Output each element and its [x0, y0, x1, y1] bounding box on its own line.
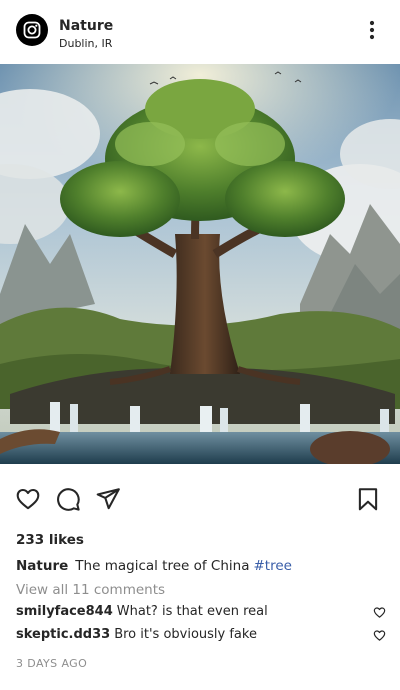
caption-username[interactable]: Nature: [16, 558, 68, 574]
comment-row: skeptic.dd33 Bro it's obviously fake: [16, 626, 386, 644]
bookmark-icon[interactable]: [355, 486, 383, 514]
post-caption: Nature The magical tree of China #tree: [16, 557, 292, 575]
comment-username[interactable]: smilyface844: [16, 604, 113, 619]
heart-icon[interactable]: [15, 486, 43, 514]
small-heart-icon[interactable]: [373, 629, 386, 642]
likes-count[interactable]: 233 likes: [16, 531, 84, 549]
post-timestamp: 3 DAYS AGO: [16, 657, 88, 670]
comment-text: Bro it's obviously fake: [114, 627, 257, 642]
comment-text: What? is that even real: [116, 604, 268, 619]
small-heart-icon[interactable]: [373, 606, 386, 619]
paper-plane-icon[interactable]: [95, 486, 123, 514]
post-image[interactable]: [0, 64, 400, 464]
comment-username[interactable]: skeptic.dd33: [16, 627, 110, 642]
comment-row: smilyface844 What? is that even real: [16, 603, 386, 621]
comment-bubble-icon[interactable]: [55, 486, 83, 514]
caption-hashtag[interactable]: #tree: [254, 558, 292, 574]
post-username[interactable]: Nature: [59, 18, 113, 35]
caption-text: The magical tree of China: [75, 558, 250, 574]
instagram-logo-icon[interactable]: [16, 14, 48, 46]
post-header: Nature Dublin, IR: [0, 0, 400, 64]
post-location[interactable]: Dublin, IR: [59, 37, 112, 51]
view-all-comments-link[interactable]: View all 11 comments: [16, 581, 165, 599]
post-actions: [0, 486, 400, 514]
more-vertical-icon[interactable]: [360, 18, 384, 42]
